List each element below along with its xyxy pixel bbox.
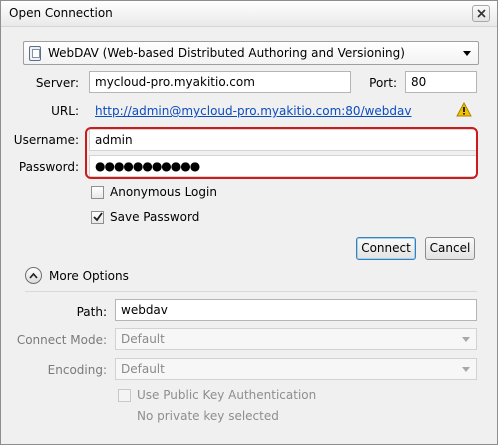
anonymous-login-label[interactable]: Anonymous Login <box>110 185 217 199</box>
connect-mode-value: Default <box>121 332 165 346</box>
protocol-selected-value: WebDAV (Web-based Distributed Authoring … <box>48 46 405 60</box>
warning-icon[interactable] <box>456 102 472 117</box>
private-key-status: No private key selected <box>137 409 279 423</box>
chevron-up-icon <box>29 272 38 279</box>
credentials-highlight <box>85 127 478 179</box>
connect-button[interactable]: Connect <box>356 237 416 260</box>
chevron-down-icon <box>462 367 470 372</box>
server-input[interactable]: mycloud-pro.myakitio.com <box>89 71 351 93</box>
password-label: Password: <box>18 160 79 174</box>
disk-icon <box>29 46 41 61</box>
save-password-label[interactable]: Save Password <box>110 210 199 224</box>
public-key-label[interactable]: Use Public Key Authentication <box>137 388 316 402</box>
public-key-checkbox[interactable] <box>118 389 131 402</box>
chevron-down-icon <box>462 337 470 342</box>
path-input[interactable]: webdav <box>115 299 477 321</box>
username-label: Username: <box>13 133 79 147</box>
section-divider <box>25 291 477 292</box>
open-connection-dialog: Open Connection WebDAV (Web-based Distri… <box>0 0 498 445</box>
title-bar: Open Connection <box>1 1 497 27</box>
encoding-value: Default <box>121 362 165 376</box>
encoding-label: Encoding: <box>47 363 107 377</box>
path-label: Path: <box>76 305 107 319</box>
anonymous-login-checkbox[interactable] <box>91 186 104 199</box>
port-input[interactable]: 80 <box>405 71 477 93</box>
close-icon <box>476 9 486 18</box>
connect-mode-dropdown[interactable]: Default <box>115 328 477 350</box>
more-options-label[interactable]: More Options <box>49 269 129 283</box>
checkmark-icon <box>93 212 103 222</box>
chevron-down-icon <box>463 51 471 56</box>
protocol-dropdown[interactable]: WebDAV (Web-based Distributed Authoring … <box>23 41 479 65</box>
save-password-checkbox[interactable] <box>91 211 104 224</box>
port-label: Port: <box>369 76 397 90</box>
encoding-dropdown[interactable]: Default <box>115 358 477 380</box>
more-options-toggle[interactable] <box>25 267 42 284</box>
close-button[interactable] <box>472 5 490 22</box>
server-label: Server: <box>35 76 79 90</box>
cancel-button[interactable]: Cancel <box>425 237 475 260</box>
url-link[interactable]: http://admin@mycloud-pro.myakitio.com:80… <box>95 104 412 118</box>
url-label: URL: <box>51 104 79 118</box>
window-title: Open Connection <box>9 6 113 20</box>
connect-mode-label: Connect Mode: <box>16 333 107 347</box>
